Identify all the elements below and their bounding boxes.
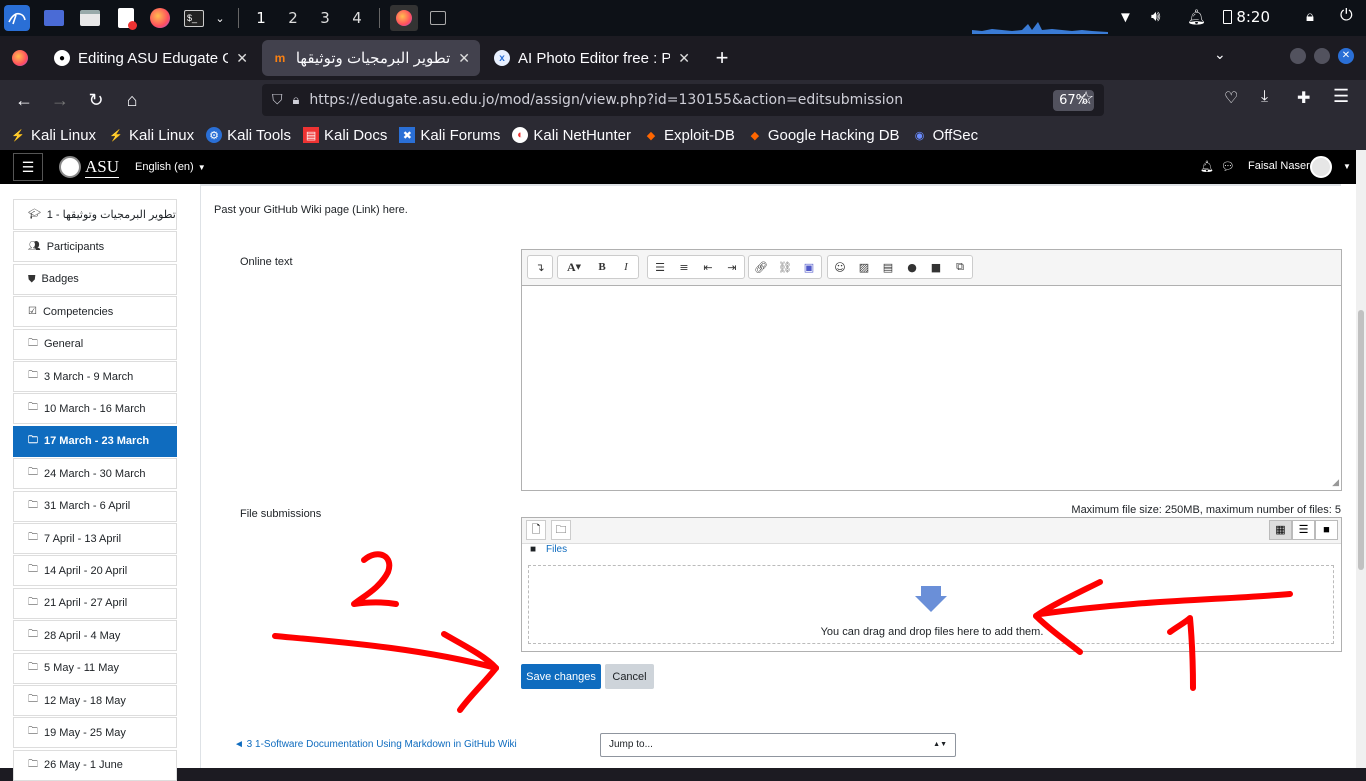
digit-2-stroke	[351, 551, 399, 607]
digit-1-stroke	[1167, 615, 1196, 691]
red-annotation-overlay	[272, 551, 1293, 713]
arrow-2-shaft	[272, 633, 499, 671]
arrow-1-shaft	[1037, 591, 1293, 617]
arrow-1-head-bottom	[1033, 613, 1083, 655]
scrollbar-thumb[interactable]	[1358, 310, 1364, 570]
arrow-2-head-bottom	[457, 665, 499, 713]
